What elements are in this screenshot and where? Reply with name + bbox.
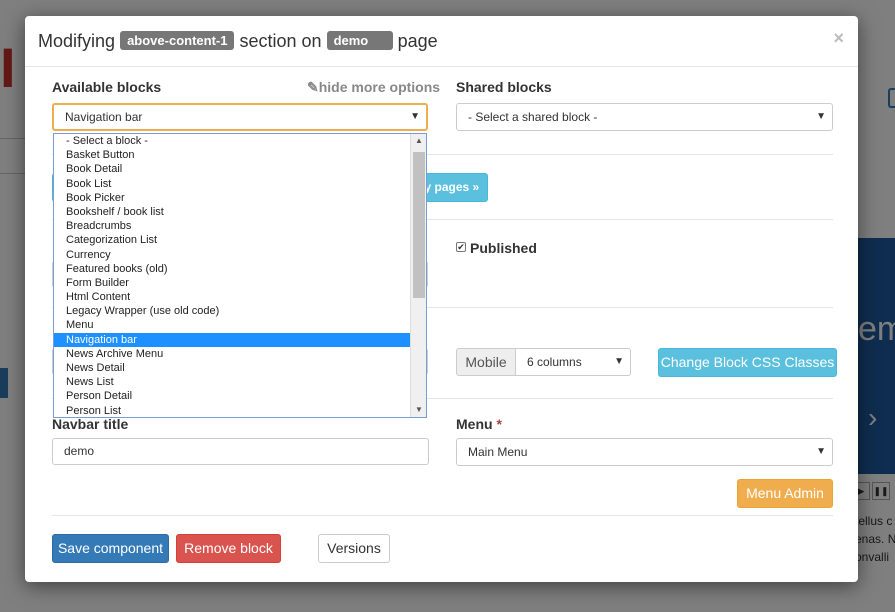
section-name-badge: above-content-1 <box>120 31 235 50</box>
block-option[interactable]: Person List <box>54 404 410 417</box>
modal-header: Modifying above-content-1 section on dem… <box>25 16 858 67</box>
chevron-down-icon: ▼ <box>410 111 420 122</box>
block-option[interactable]: Currency <box>54 248 410 262</box>
menu-admin-button[interactable]: Menu Admin <box>737 479 833 508</box>
block-option[interactable]: Book Picker <box>54 191 410 205</box>
shared-blocks-select[interactable]: - Select a shared block - ▼ <box>456 103 833 131</box>
modal-title: Modifying above-content-1 section on dem… <box>38 31 438 51</box>
change-block-css-button[interactable]: Change Block CSS Classes <box>658 348 837 377</box>
block-option[interactable]: Categorization List <box>54 233 410 247</box>
published-checkbox[interactable]: ✔ <box>456 242 466 252</box>
block-option[interactable]: - Select a block - <box>54 134 410 148</box>
modify-block-modal: Modifying above-content-1 section on dem… <box>25 16 858 582</box>
published-label: Published <box>470 240 537 256</box>
divider <box>52 515 833 516</box>
available-blocks-select[interactable]: Navigation bar ▼ <box>52 103 428 131</box>
block-option[interactable]: Book Detail <box>54 162 410 176</box>
dropdown-scrollbar[interactable]: ▲ ▼ <box>410 134 426 417</box>
page-name-badge: demo <box>326 31 393 50</box>
block-option[interactable]: News Archive Menu <box>54 347 410 361</box>
block-option[interactable]: Basket Button <box>54 148 410 162</box>
block-option[interactable]: Form Builder <box>54 276 410 290</box>
remove-block-button[interactable]: Remove block <box>176 534 281 563</box>
columns-select[interactable]: 6 columns ▼ <box>515 348 631 376</box>
block-option[interactable]: Bookshelf / book list <box>54 205 410 219</box>
close-icon[interactable]: × <box>833 28 844 49</box>
available-blocks-label: Available blocks <box>52 79 162 95</box>
navbar-title-input[interactable]: demo <box>52 438 429 465</box>
block-option[interactable]: Navigation bar <box>54 332 410 347</box>
block-option[interactable]: Html Content <box>54 290 410 304</box>
menu-select[interactable]: Main Menu ▼ <box>456 438 833 466</box>
chevron-down-icon: ▼ <box>816 111 826 122</box>
block-option[interactable]: News List <box>54 375 410 389</box>
block-option[interactable]: Featured books (old) <box>54 262 410 276</box>
block-option[interactable]: Legacy Wrapper (use old code) <box>54 304 410 318</box>
block-option[interactable]: Menu <box>54 318 410 332</box>
chevron-down-icon: ▼ <box>816 446 826 457</box>
device-addon: Mobile <box>456 348 516 376</box>
shared-blocks-label: Shared blocks <box>456 79 552 95</box>
block-option[interactable]: Breadcrumbs <box>54 219 410 233</box>
pin-icon: ✎ <box>307 79 319 95</box>
save-component-button[interactable]: Save component <box>52 534 169 563</box>
block-options-list: - Select a block - Basket Button Book Deta… <box>54 134 410 417</box>
menu-label: Menu * <box>456 416 502 432</box>
navbar-title-label: Navbar title <box>52 416 129 432</box>
required-mark: * <box>496 416 502 432</box>
hide-more-options-link[interactable]: ✎hide more options <box>307 79 440 96</box>
chevron-down-icon: ▼ <box>614 356 624 367</box>
block-option[interactable]: Person Detail <box>54 389 410 403</box>
scroll-up-icon[interactable]: ▲ <box>411 134 426 148</box>
scroll-thumb[interactable] <box>413 152 425 298</box>
block-option[interactable]: News Detail <box>54 361 410 375</box>
available-blocks-dropdown[interactable]: - Select a block - Basket Button Book Deta… <box>53 133 427 418</box>
scroll-down-icon[interactable]: ▼ <box>411 403 426 417</box>
versions-button[interactable]: Versions <box>318 534 390 563</box>
block-option[interactable]: Book List <box>54 177 410 191</box>
